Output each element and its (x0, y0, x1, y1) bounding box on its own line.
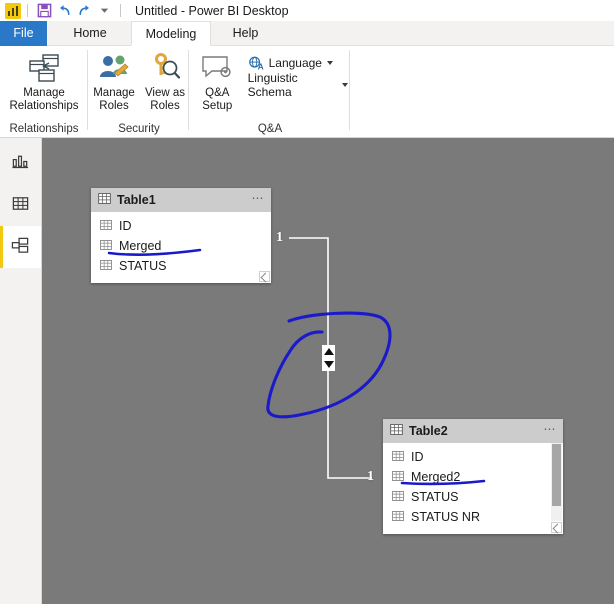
field-row[interactable]: Merged2 (383, 467, 563, 487)
ribbon-group-label-security: Security (118, 123, 160, 135)
ribbon-group-qa: Q&A Setup A Language Linguistic Schema Q… (190, 46, 350, 137)
language-icon: A (248, 56, 265, 71)
qa-setup-icon (200, 51, 234, 85)
ribbon-group-security: Manage Roles View as Roles Security (89, 46, 189, 137)
table-card-header[interactable]: Table1 ⋯ (91, 188, 271, 212)
field-table-icon (392, 450, 404, 465)
field-name-label: Merged2 (411, 470, 461, 484)
field-name-label: STATUS (411, 490, 459, 504)
chevron-down-icon (326, 61, 333, 65)
field-row[interactable]: Merged (91, 236, 271, 256)
table-card-table2[interactable]: Table2 ⋯ ID Merged2 STATUS STATUS NR (383, 419, 563, 534)
language-label: Language (268, 56, 322, 70)
field-table-icon (100, 219, 112, 234)
view-switcher-sidebar (0, 138, 42, 604)
triangle-up-icon (323, 348, 334, 355)
vertical-scrollbar[interactable] (551, 443, 562, 521)
view-as-roles-icon (149, 51, 181, 85)
field-row[interactable]: STATUS (383, 487, 563, 507)
sidebar-item-model-view[interactable] (0, 226, 41, 268)
field-name-label: Merged (119, 239, 162, 253)
view-as-roles-button[interactable]: View as Roles (141, 46, 189, 112)
qat-divider-2 (120, 4, 121, 17)
table-icon (98, 192, 111, 208)
power-bi-desktop-window: Untitled - Power BI Desktop File Home Mo… (0, 0, 614, 604)
ribbon-group-divider-3 (349, 50, 350, 130)
ribbon-group-label-relationships: Relationships (9, 123, 79, 135)
sidebar-item-report-view[interactable] (0, 142, 41, 184)
chevron-down-icon (342, 83, 348, 87)
sidebar-item-data-view[interactable] (0, 184, 41, 226)
ribbon-group-divider-1 (87, 50, 88, 130)
chevron-down-icon[interactable] (94, 1, 114, 20)
undo-icon[interactable] (54, 1, 74, 20)
model-relationships-icon (10, 236, 31, 258)
field-list: ID Merged STATUS (91, 212, 271, 278)
more-options-icon[interactable]: ⋯ (252, 192, 266, 206)
resize-handle[interactable] (551, 522, 562, 533)
table-grid-icon (11, 194, 30, 216)
manage-roles-label: Manage Roles (93, 87, 135, 112)
field-table-icon (392, 490, 404, 505)
field-name-label: STATUS (119, 259, 167, 273)
svg-text:A: A (257, 61, 263, 70)
table-name-label: Table2 (409, 424, 448, 438)
manage-roles-icon (97, 51, 131, 85)
powerbi-logo-icon (5, 2, 21, 19)
field-row[interactable]: ID (383, 447, 563, 467)
tab-modeling[interactable]: Modeling (131, 21, 211, 46)
tab-home[interactable]: Home (60, 21, 120, 46)
field-row[interactable]: ID (91, 216, 271, 236)
table-icon (390, 423, 403, 439)
field-table-icon (100, 239, 112, 254)
field-name-label: ID (411, 450, 424, 464)
tab-file[interactable]: File (0, 21, 47, 46)
title-bar: Untitled - Power BI Desktop (0, 0, 614, 21)
table-name-label: Table1 (117, 193, 156, 207)
model-canvas[interactable]: 1 1 Table1 ⋯ ID Merged STATUS Table2 ⋯ I… (42, 138, 614, 604)
qat-divider-1 (27, 4, 28, 17)
qa-setup-button[interactable]: Q&A Setup (195, 46, 240, 112)
cardinality-label-end: 1 (367, 469, 374, 484)
field-table-icon (392, 510, 404, 525)
view-as-roles-label: View as Roles (144, 87, 186, 112)
cardinality-label-start: 1 (276, 230, 283, 245)
manage-relationships-label: Manage Relationships (9, 87, 79, 112)
window-title: Untitled - Power BI Desktop (135, 3, 289, 18)
field-table-icon (392, 470, 404, 485)
table-card-table1[interactable]: Table1 ⋯ ID Merged STATUS (91, 188, 271, 283)
scrollbar-thumb[interactable] (552, 444, 561, 506)
tab-help[interactable]: Help (218, 21, 273, 46)
more-options-icon[interactable]: ⋯ (544, 423, 558, 437)
ribbon-group-label-qa: Q&A (257, 123, 283, 135)
qa-setup-label: Q&A Setup (202, 87, 233, 112)
field-name-label: ID (119, 219, 132, 233)
ribbon-group-divider-2 (188, 50, 189, 130)
resize-handle[interactable] (259, 271, 270, 282)
linguistic-schema-menu[interactable]: Linguistic Schema (246, 71, 350, 99)
field-row[interactable]: STATUS NR (383, 507, 563, 527)
manage-relationships-button[interactable]: Manage Relationships (9, 46, 79, 112)
bidirectional-filter-icon[interactable] (322, 345, 335, 371)
table-card-header[interactable]: Table2 ⋯ (383, 419, 563, 443)
manage-relationships-icon (27, 51, 61, 85)
ribbon-tabstrip: File Home Modeling Help (0, 21, 614, 46)
bar-chart-icon (11, 152, 30, 174)
redo-icon[interactable] (74, 1, 94, 20)
ribbon-group-relationships: Manage Relationships Relationships (0, 46, 88, 137)
manage-roles-button[interactable]: Manage Roles (89, 46, 139, 112)
field-name-label: STATUS NR (411, 510, 480, 524)
save-icon[interactable] (34, 1, 54, 20)
field-list: ID Merged2 STATUS STATUS NR (383, 443, 563, 529)
ribbon: Manage Relationships Relationships Manag… (0, 46, 614, 138)
triangle-down-icon (323, 361, 334, 368)
linguistic-schema-label: Linguistic Schema (247, 71, 298, 99)
field-table-icon (100, 259, 112, 274)
field-row[interactable]: STATUS (91, 256, 271, 276)
